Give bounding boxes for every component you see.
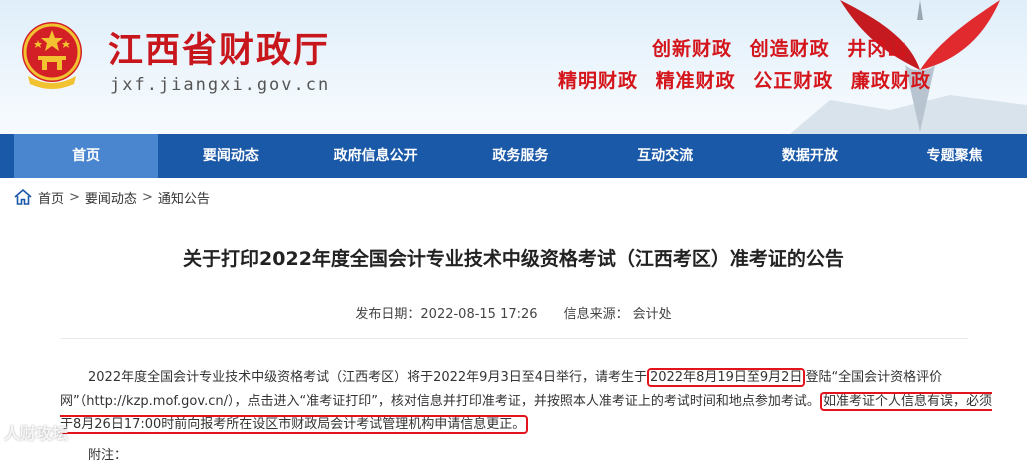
nav-item-open-data[interactable]: 数据开放: [738, 134, 883, 178]
slogan-item: 精准财政: [655, 70, 736, 92]
watermark-text: 人财攻坛: [4, 424, 69, 443]
slogan-item: 创新财政: [652, 38, 733, 60]
nav-item-topics[interactable]: 专题聚焦: [882, 134, 1027, 178]
breadcrumb-separator: >: [69, 189, 80, 205]
article-paragraph: 2022年度全国会计专业技术中级资格考试（江西考区）将于2022年9月3日至4日…: [60, 366, 1000, 437]
breadcrumb-home[interactable]: 首页: [38, 188, 64, 207]
nav-item-news[interactable]: 要闻动态: [158, 134, 303, 178]
article-body: 2022年度全国会计专业技术中级资格考试（江西考区）将于2022年9月3日至4日…: [60, 366, 1000, 437]
publish-date: 2022-08-15 17:26: [420, 307, 538, 322]
slogan-row-1: 创新财政 创造财政 井冈山: [652, 34, 917, 61]
nav-item-interaction[interactable]: 互动交流: [593, 134, 738, 178]
breadcrumb-notices[interactable]: 通知公告: [158, 188, 210, 207]
slogan-item: 公正财政: [753, 70, 834, 92]
slogan-item: 井冈山: [847, 38, 908, 60]
home-icon[interactable]: [14, 189, 32, 205]
breadcrumb-separator: >: [141, 189, 153, 205]
source-value: 会计处: [632, 307, 672, 322]
site-domain: jxf.jiangxi.gov.cn: [110, 75, 331, 95]
nav-item-services[interactable]: 政务服务: [448, 134, 593, 178]
slogan-item: 廉政财政: [850, 70, 931, 92]
slogan-item: 精明财政: [558, 70, 639, 92]
site-title[interactable]: 江西省财政厅: [108, 22, 330, 73]
meta-divider: [60, 338, 968, 339]
slogan-item: 创造财政: [749, 38, 830, 60]
highlight-print-period: 2022年8月19日至9月2日: [646, 368, 806, 387]
national-emblem-icon[interactable]: [14, 18, 90, 94]
breadcrumb: 首页 > 要闻动态 > 通知公告: [14, 187, 210, 207]
appendix-label: 附注：: [88, 448, 128, 461]
slogan-row-2: 精明财政 精准财政 公正财政 廉政财政: [558, 66, 941, 93]
nav-item-gov-info[interactable]: 政府信息公开: [303, 134, 448, 178]
breadcrumb-news[interactable]: 要闻动态: [85, 188, 137, 207]
nav-spacer: [0, 134, 14, 178]
site-header: 江西省财政厅 jxf.jiangxi.gov.cn 创新财政 创造财政 井冈山 …: [0, 0, 1027, 134]
article-title: 关于打印2022年度全国会计专业技术中级资格考试（江西考区）准考证的公告: [183, 248, 844, 270]
article-meta: 发布日期：2022-08-15 17:26 信息来源： 会计处: [0, 303, 1027, 322]
nav-item-home[interactable]: 首页: [13, 134, 159, 178]
paragraph-text: 2022年度全国会计专业技术中级资格考试（江西考区）将于2022年9月3日至4日…: [88, 370, 647, 385]
source-label: 信息来源：: [563, 307, 629, 322]
main-nav: 首页 要闻动态 政府信息公开 政务服务 互动交流 数据开放 专题聚焦: [0, 134, 1027, 178]
publish-date-label: 发布日期：: [355, 307, 421, 322]
